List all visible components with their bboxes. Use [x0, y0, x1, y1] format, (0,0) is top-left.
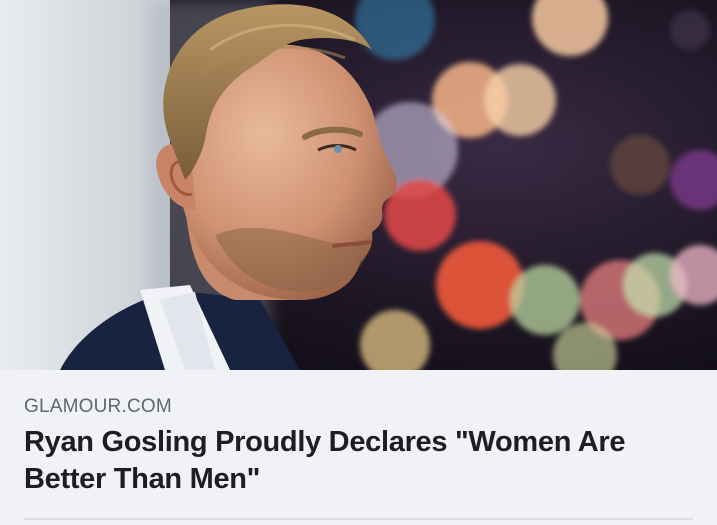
- preview-image[interactable]: [0, 0, 717, 370]
- source-domain: GLAMOUR.COM: [24, 396, 172, 417]
- article-headline[interactable]: Ryan Gosling Proudly Declares "Women Are…: [24, 424, 694, 498]
- divider: [24, 518, 693, 520]
- preview-caption[interactable]: GLAMOUR.COM Ryan Gosling Proudly Declare…: [0, 370, 717, 525]
- link-preview-card[interactable]: GLAMOUR.COM Ryan Gosling Proudly Declare…: [0, 0, 717, 525]
